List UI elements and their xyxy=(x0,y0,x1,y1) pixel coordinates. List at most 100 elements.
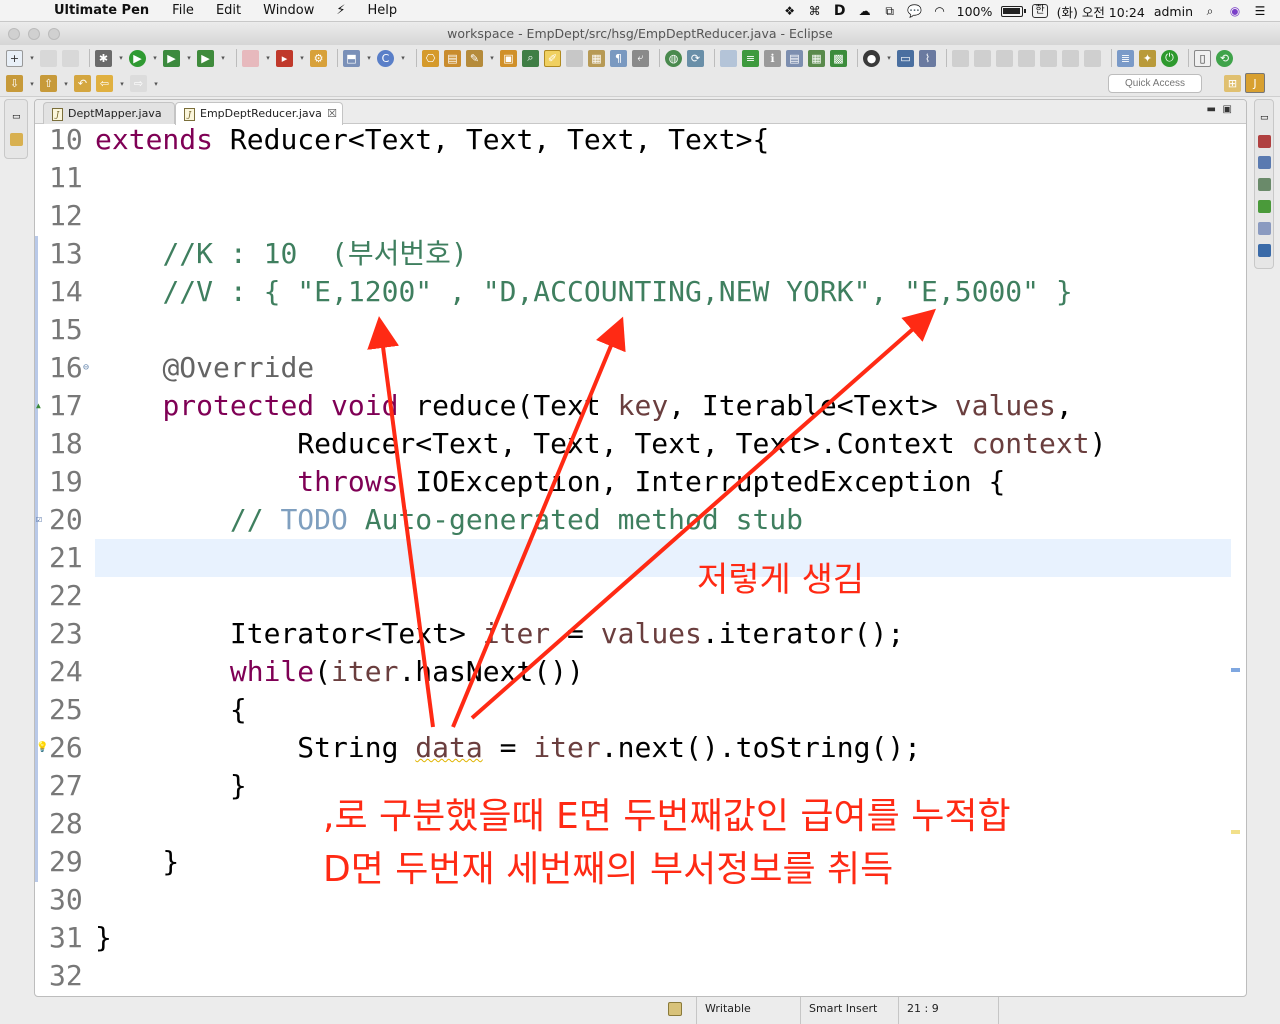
siri-icon[interactable]: ◉ xyxy=(1227,4,1243,18)
agent-dropdown-icon[interactable]: ▾ xyxy=(885,50,893,67)
server-icon[interactable]: ⚙ xyxy=(310,49,327,67)
external-dropdown-icon[interactable]: ▾ xyxy=(219,50,227,67)
deploy-dropdown-icon[interactable]: ▾ xyxy=(298,50,306,67)
notification-center-icon[interactable]: ☰ xyxy=(1252,4,1268,18)
command-icon[interactable]: ⌘ xyxy=(807,4,823,18)
next-annotation-dropdown-icon[interactable]: ▾ xyxy=(28,75,36,92)
back-dropdown-icon[interactable]: ▾ xyxy=(118,75,126,92)
run-icon[interactable]: ▶ xyxy=(129,49,146,67)
step-return-icon[interactable] xyxy=(1084,49,1101,67)
quick-access-input[interactable] xyxy=(1108,74,1202,93)
back-icon[interactable]: ⇦ xyxy=(96,75,113,92)
javadoc-icon[interactable] xyxy=(1258,222,1271,235)
close-window-button[interactable] xyxy=(8,28,20,40)
code-line[interactable]: 13 //K : 10 (부서번호) xyxy=(35,235,1246,273)
code-line[interactable]: 31} xyxy=(35,919,1246,957)
new-dropdown-icon[interactable]: ▾ xyxy=(28,50,36,67)
power-icon[interactable]: ⏻ xyxy=(1161,49,1178,67)
new-java-project-icon[interactable]: ⬒ xyxy=(343,49,360,67)
code-line[interactable]: ⊖ 16 @Override xyxy=(35,349,1246,387)
restore-icon[interactable]: ▭ xyxy=(12,112,21,122)
grid-icon[interactable]: ▩ xyxy=(830,49,847,67)
menu-help[interactable]: Help xyxy=(357,3,409,18)
external-tools-icon[interactable]: ▶ xyxy=(197,49,214,67)
open-type-icon[interactable]: ⎔ xyxy=(422,49,439,67)
cloud-icon[interactable]: ☁ xyxy=(857,4,873,18)
code-line[interactable]: ☑ 20 // TODO Auto-generated method stub xyxy=(35,501,1246,539)
code-line[interactable]: 15 xyxy=(35,311,1246,349)
previous-annotation-dropdown-icon[interactable]: ▾ xyxy=(62,75,70,92)
previous-annotation-icon[interactable]: ⇧ xyxy=(40,75,57,92)
java-perspective-icon[interactable]: J xyxy=(1245,73,1265,93)
coverage-icon[interactable]: ▶ xyxy=(163,49,180,67)
minimize-window-button[interactable] xyxy=(28,28,40,40)
stop-dropdown-icon[interactable]: ▾ xyxy=(264,50,272,67)
console-icon[interactable]: ▭ xyxy=(897,49,914,67)
collapse-icon[interactable] xyxy=(720,49,737,67)
wifi-icon[interactable]: ◠ xyxy=(932,4,948,18)
new-icon[interactable]: + xyxy=(6,49,23,67)
code-line[interactable]: 19 throws IOException, InterruptedExcept… xyxy=(35,463,1246,501)
open-folder-icon[interactable]: ▤ xyxy=(444,49,461,67)
code-line[interactable]: 23 Iterator<Text> iter = values.iterator… xyxy=(35,615,1246,653)
debug-icon[interactable]: ✱ xyxy=(95,49,112,67)
maximize-icon[interactable]: ▣ xyxy=(1223,104,1232,115)
project-dropdown-icon[interactable]: ▾ xyxy=(365,50,373,67)
status-task-icon[interactable] xyxy=(668,1002,682,1016)
disconnect-icon[interactable] xyxy=(1018,49,1035,67)
minimize-icon[interactable]: ▬ xyxy=(1207,104,1216,115)
stop-icon[interactable] xyxy=(242,49,259,67)
refresh-icon[interactable]: ⟳ xyxy=(687,49,704,67)
search-icon[interactable]: ⌕ xyxy=(1202,4,1218,18)
save-icon[interactable] xyxy=(40,49,57,67)
console-view-icon[interactable] xyxy=(1258,244,1271,257)
run-dropdown-icon[interactable]: ▾ xyxy=(151,50,159,67)
gutter-marker-icon[interactable]: 💡 xyxy=(36,729,48,767)
block-selection-icon[interactable]: ▦ xyxy=(588,49,605,67)
code-line[interactable]: ▲ 17 protected void reduce(Text key, Iter… xyxy=(35,387,1246,425)
step-into-icon[interactable] xyxy=(1040,49,1057,67)
zoom-window-button[interactable] xyxy=(48,28,60,40)
d-app-icon[interactable]: D xyxy=(832,3,848,19)
step-over-icon[interactable] xyxy=(1062,49,1079,67)
deploy-icon[interactable]: ▸ xyxy=(276,49,293,67)
terminate-icon[interactable] xyxy=(996,49,1013,67)
code-line[interactable]: 10 extends Reducer<Text, Text, Text, Text… xyxy=(35,121,1246,159)
format-icon[interactable]: ≣ xyxy=(1117,49,1134,67)
code-line[interactable]: 💡 26 String data = iter.next().toString()… xyxy=(35,729,1246,767)
open-perspective-icon[interactable]: ⊞ xyxy=(1224,75,1241,92)
code-line[interactable]: 21 xyxy=(49,539,1231,577)
pin-icon[interactable]: ⌇ xyxy=(919,49,936,67)
clock[interactable]: (화) 오전 10:24 xyxy=(1057,2,1145,21)
code-line[interactable]: 25 { xyxy=(35,691,1246,729)
chat-icon[interactable]: 💬 xyxy=(907,4,923,18)
outline-icon[interactable]: ▤ xyxy=(786,49,803,67)
user-agent-icon[interactable]: ● xyxy=(863,49,880,67)
battery-icon[interactable] xyxy=(1001,5,1027,17)
class-dropdown-icon[interactable]: ▾ xyxy=(399,50,407,67)
code-line[interactable]: 32 xyxy=(35,957,1246,995)
menu-file[interactable]: File xyxy=(161,3,205,18)
suspend-icon[interactable] xyxy=(974,49,991,67)
gutter-marker-icon[interactable]: ▲ xyxy=(36,387,41,425)
code-line[interactable]: 24 while(iter.hasNext()) xyxy=(35,653,1246,691)
dropbox-icon[interactable]: ❖ xyxy=(782,4,798,18)
copy-icon[interactable]: ⧉ xyxy=(882,4,898,18)
coverage-dropdown-icon[interactable]: ▾ xyxy=(185,50,193,67)
table-icon[interactable]: ▦ xyxy=(808,49,825,67)
input-method-indicator[interactable]: 한 xyxy=(1032,4,1048,18)
task-list-icon[interactable] xyxy=(1258,135,1271,148)
open-resource-icon[interactable]: ▣ xyxy=(500,49,517,67)
wand-icon[interactable]: ✦ xyxy=(1139,49,1156,67)
show-list-icon[interactable]: ≡ xyxy=(742,49,759,67)
sync-icon[interactable]: ⟲ xyxy=(1216,49,1233,67)
code-line[interactable]: 22 xyxy=(35,577,1246,615)
outline-view-icon[interactable] xyxy=(1258,156,1271,169)
show-whitespace-icon[interactable]: ¶ xyxy=(610,49,627,67)
link-icon[interactable]: ℹ xyxy=(764,49,781,67)
last-edit-icon[interactable]: ↶ xyxy=(74,75,91,92)
word-wrap-icon[interactable]: ⤶ xyxy=(632,49,649,67)
document-icon[interactable]: ▯ xyxy=(1194,49,1211,67)
forward-dropdown-icon[interactable]: ▾ xyxy=(152,75,160,92)
resume-icon[interactable] xyxy=(952,49,969,67)
